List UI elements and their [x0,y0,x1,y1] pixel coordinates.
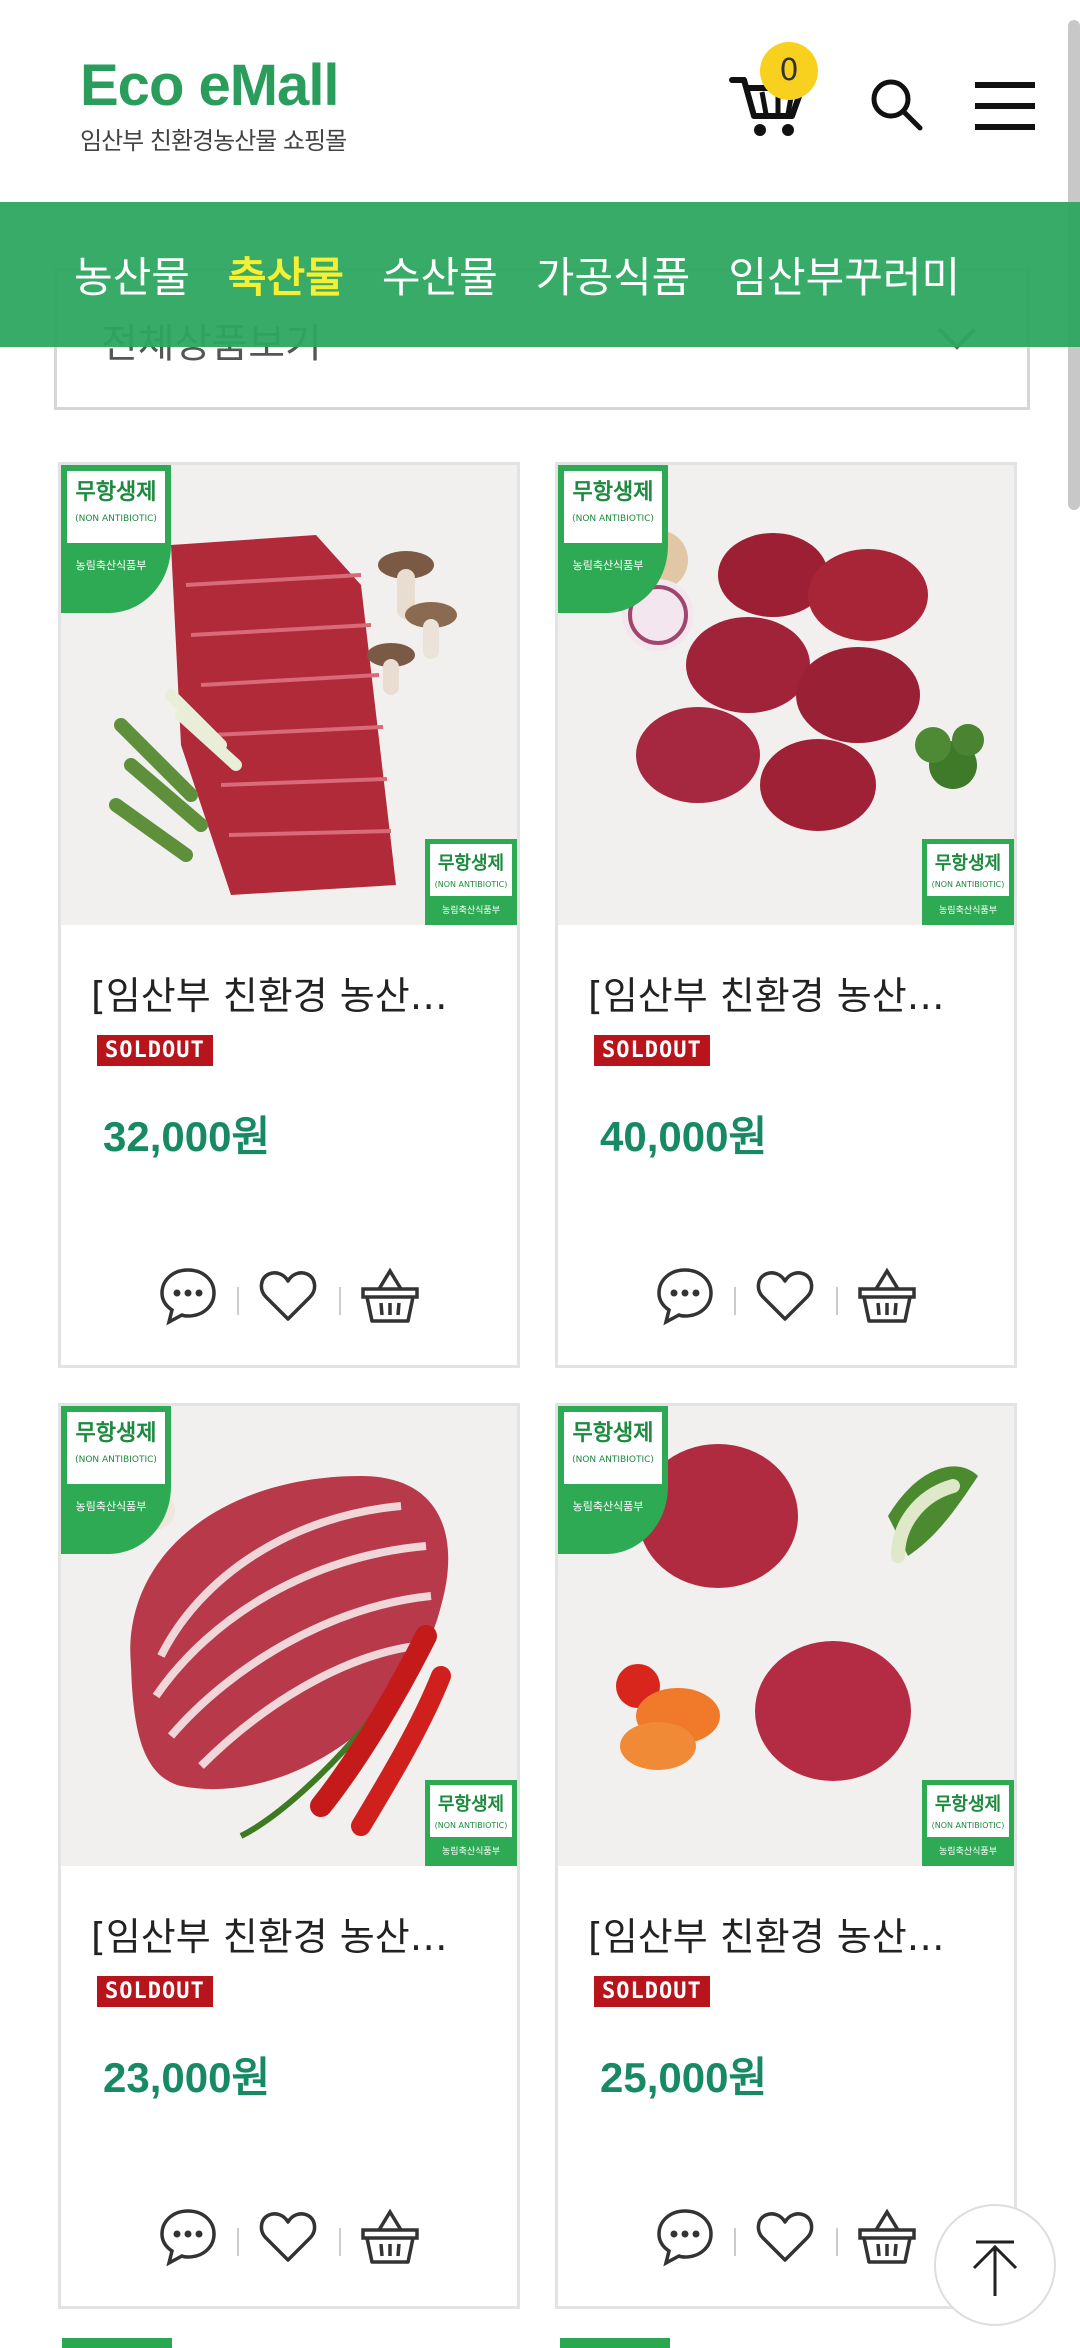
category-tab[interactable]: 임산부꾸러미 [728,244,960,305]
product-actions [157,1265,437,1329]
svg-text:(NON ANTIBIOTIC): (NON ANTIBIOTIC) [572,1455,654,1465]
product-price: 25,000원 [600,2054,768,2101]
svg-text:농림축산식품부: 농림축산식품부 [939,1845,997,1857]
soldout-badge: SOLDOUT [594,1976,710,2007]
svg-text:농림축산식품부: 농림축산식품부 [76,1500,147,1513]
soldout-badge: SOLDOUT [594,1035,710,1066]
category-tab[interactable]: 가공식품 [536,244,691,305]
review-chat-icon[interactable] [157,2206,219,2268]
product-card[interactable]: 무항생제 (NON ANTIBIOTIC) 농림축산식품부 무항생제 (NON … [58,462,520,1368]
logo[interactable]: Eco eMall 임산부 친환경농산물 쇼핑몰 [80,53,347,156]
product-image[interactable]: 무항생제 (NON ANTIBIOTIC) 농림축산식품부 무항생제 (NON … [61,1406,517,1866]
non-antibiotic-mark-icon: 무항생제 (NON ANTIBIOTIC) 농림축산식품부 [425,839,517,925]
product-card[interactable]: 무항생제 (NON ANTIBIOTIC) 농림축산식품부 무항생제 (NON … [58,1403,520,2309]
wishlist-heart-icon[interactable] [257,2206,319,2268]
svg-text:(NON ANTIBIOTIC): (NON ANTIBIOTIC) [932,1821,1005,1830]
scroll-to-top-button[interactable] [934,2204,1056,2326]
category-nav: 농산물 축산물 수산물 가공식품 임산부꾸러미 [0,202,1080,347]
svg-text:농림축산식품부: 농림축산식품부 [442,1845,500,1857]
wishlist-heart-icon[interactable] [754,1265,816,1327]
product-title[interactable]: [임산부 친환경 농산… [91,1906,491,1961]
divider [339,1287,341,1315]
svg-text:(NON ANTIBIOTIC): (NON ANTIBIOTIC) [75,1455,157,1465]
product-card[interactable]: 무항생제 (NON ANTIBIOTIC) 농림축산식품부 무항생제 (NON … [555,1403,1017,2309]
logo-main-text: Eco eMall [80,53,340,118]
product-card[interactable]: 무항생제 (NON ANTIBIOTIC) 농림축산식품부 무항생제 (NON … [555,462,1017,1368]
category-tab[interactable]: 농산물 [74,244,190,305]
add-to-basket-icon[interactable] [359,1265,421,1327]
svg-text:무항생제: 무항생제 [935,1794,1001,1815]
product-actions [654,1265,934,1329]
add-to-basket-icon[interactable] [856,2206,918,2268]
svg-text:무항생제: 무항생제 [438,1794,504,1815]
logo-sub-text: 임산부 친환경농산물 쇼핑몰 [80,127,347,155]
product-title[interactable]: [임산부 친환경 농산… [588,1906,988,1961]
product-title[interactable]: [임산부 친환경 농산… [588,965,988,1020]
next-row-badge-peek [62,2338,172,2348]
product-price: 40,000원 [600,1113,768,1160]
product-price: 32,000원 [103,1113,271,1160]
wishlist-heart-icon[interactable] [257,1265,319,1327]
svg-text:(NON ANTIBIOTIC): (NON ANTIBIOTIC) [75,514,157,524]
non-antibiotic-mark-icon: 무항생제 (NON ANTIBIOTIC) 농림축산식품부 [922,839,1014,925]
soldout-badge: SOLDOUT [97,1035,213,1066]
category-tab[interactable]: 수산물 [382,244,498,305]
product-image[interactable]: 무항생제 (NON ANTIBIOTIC) 농림축산식품부 무항생제 (NON … [558,1406,1014,1866]
product-title[interactable]: [임산부 친환경 농산… [91,965,491,1020]
svg-text:농림축산식품부: 농림축산식품부 [939,904,997,916]
svg-text:농림축산식품부: 농림축산식품부 [76,559,147,572]
product-actions [157,2206,437,2270]
product-image[interactable]: 무항생제 (NON ANTIBIOTIC) 농림축산식품부 무항생제 (NON … [558,465,1014,925]
divider [836,1287,838,1315]
non-antibiotic-badge-icon: 무항생제 (NON ANTIBIOTIC) 농림축산식품부 [558,1406,668,1554]
hamburger-menu-icon[interactable] [975,80,1035,132]
svg-text:농림축산식품부: 농림축산식품부 [573,559,644,572]
review-chat-icon[interactable] [654,2206,716,2268]
svg-text:무항생제: 무항생제 [573,1421,654,1446]
product-image[interactable]: 무항생제 (NON ANTIBIOTIC) 농림축산식품부 무항생제 (NON … [61,465,517,925]
add-to-basket-icon[interactable] [856,1265,918,1327]
svg-text:(NON ANTIBIOTIC): (NON ANTIBIOTIC) [435,1821,508,1830]
add-to-basket-icon[interactable] [359,2206,421,2268]
non-antibiotic-badge-icon: 무항생제 (NON ANTIBIOTIC) 농림축산식품부 [558,465,668,613]
svg-text:농림축산식품부: 농림축산식품부 [442,904,500,916]
svg-text:무항생제: 무항생제 [76,1421,157,1446]
divider [734,1287,736,1315]
non-antibiotic-mark-icon: 무항생제 (NON ANTIBIOTIC) 농림축산식품부 [922,1780,1014,1866]
divider [237,1287,239,1315]
divider [339,2228,341,2256]
review-chat-icon[interactable] [157,1265,219,1327]
svg-text:(NON ANTIBIOTIC): (NON ANTIBIOTIC) [932,880,1005,889]
non-antibiotic-badge-icon: 무항생제 (NON ANTIBIOTIC) 농림축산식품부 [61,1406,171,1554]
svg-text:무항생제: 무항생제 [935,853,1001,874]
divider [836,2228,838,2256]
svg-text:무항생제: 무항생제 [573,480,654,505]
review-chat-icon[interactable] [654,1265,716,1327]
wishlist-heart-icon[interactable] [754,2206,816,2268]
non-antibiotic-badge-icon: 무항생제 (NON ANTIBIOTIC) 농림축산식품부 [61,465,171,613]
product-price: 23,000원 [103,2054,271,2101]
svg-text:(NON ANTIBIOTIC): (NON ANTIBIOTIC) [435,880,508,889]
soldout-badge: SOLDOUT [97,1976,213,2007]
non-antibiotic-mark-icon: 무항생제 (NON ANTIBIOTIC) 농림축산식품부 [425,1780,517,1866]
header: Eco eMall 임산부 친환경농산물 쇼핑몰 0 [0,0,1080,202]
divider [237,2228,239,2256]
search-icon[interactable] [868,76,924,132]
divider [734,2228,736,2256]
product-actions [654,2206,934,2270]
cart-count-badge: 0 [760,42,818,100]
svg-text:(NON ANTIBIOTIC): (NON ANTIBIOTIC) [572,514,654,524]
svg-text:농림축산식품부: 농림축산식품부 [573,1500,644,1513]
svg-text:무항생제: 무항생제 [76,480,157,505]
svg-text:무항생제: 무항생제 [438,853,504,874]
category-tab-active[interactable]: 축산물 [228,244,344,305]
next-row-badge-peek [560,2338,670,2348]
